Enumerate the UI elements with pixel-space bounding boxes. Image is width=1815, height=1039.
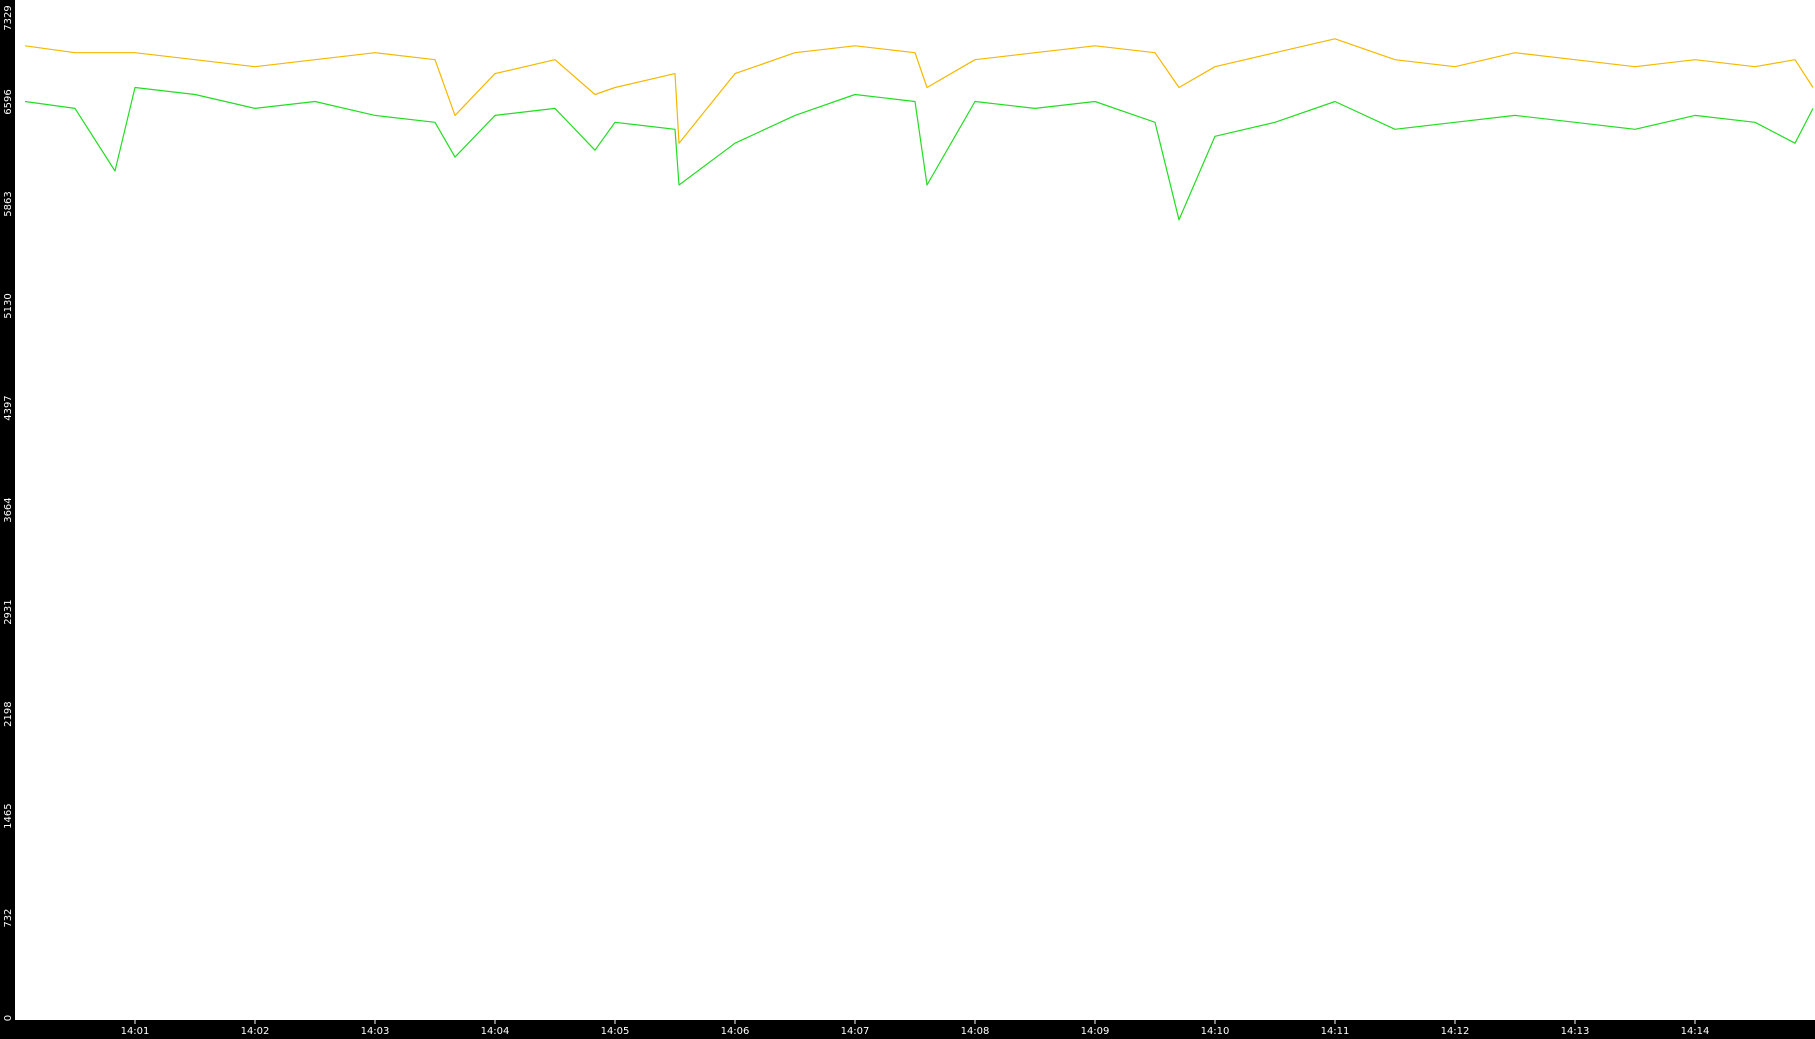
chart-frame: 0 732 1465 2198 2931 3664 4397 5130 5863 6596 7329… [0,0,1815,1039]
x-tick-label: 14:12 [1441,1026,1470,1037]
x-tick-label: 14:08 [961,1026,990,1037]
y-tick-label: 4397 [3,395,14,420]
y-tick-label: 5130 [3,293,14,318]
y-tick-label: 2931 [3,599,14,624]
x-axis: 14:01 14:02 14:03 14:04 14:05 14:06 14:07 14:08… [121,1020,1710,1037]
x-tick-label: 14:04 [481,1026,510,1037]
x-tick-label: 14:09 [1081,1026,1110,1037]
plot-area [15,0,1815,1020]
x-tick-label: 14:07 [841,1026,870,1037]
y-axis: 0 732 1465 2198 2931 3664 4397 5130 5863 6596 7329 [3,5,14,1021]
y-tick-label: 732 [3,909,14,928]
y-tick-label: 5863 [3,191,14,216]
x-tick-label: 14:03 [361,1026,390,1037]
line-chart: 0 732 1465 2198 2931 3664 4397 5130 5863 6596 7329… [3,0,1815,1037]
y-tick-label: 2198 [3,701,14,726]
y-tick-label: 7329 [3,5,14,30]
y-tick-label: 0 [3,1015,14,1021]
y-tick-label: 1465 [3,803,14,828]
x-tick-label: 14:06 [721,1026,750,1037]
x-tick-label: 14:14 [1681,1026,1710,1037]
x-tick-label: 14:11 [1321,1026,1350,1037]
x-tick-label: 14:02 [241,1026,270,1037]
x-tick-label: 14:01 [121,1026,150,1037]
y-tick-label: 3664 [3,497,14,522]
x-tick-label: 14:13 [1561,1026,1590,1037]
x-tick-label: 14:10 [1201,1026,1230,1037]
y-tick-label: 6596 [3,89,14,114]
x-tick-label: 14:05 [601,1026,630,1037]
